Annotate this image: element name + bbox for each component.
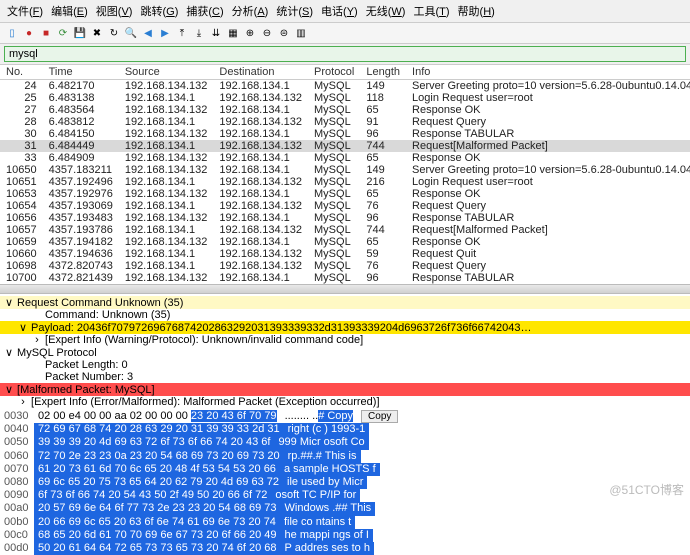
column-header[interactable]: Time — [43, 65, 119, 80]
packet-row[interactable]: 306.484150192.168.134.132192.168.134.1My… — [0, 128, 690, 140]
menu-item[interactable]: 分析(A) — [229, 2, 272, 20]
hex-row[interactable]: 006072 70 2e 23 23 0a 23 20 54 68 69 73 … — [0, 450, 690, 463]
hex-row[interactable]: 007061 20 73 61 6d 70 6c 65 20 48 4f 53 … — [0, 463, 690, 476]
hex-row[interactable]: 00a020 57 69 6e 64 6f 77 73 2e 23 23 20 … — [0, 502, 690, 515]
save-icon[interactable]: 💾 — [72, 25, 88, 41]
prev-icon[interactable]: ◀ — [140, 25, 156, 41]
column-header[interactable]: No. — [0, 65, 43, 80]
copy-button[interactable]: Copy — [361, 410, 398, 423]
toolbar: ▯ ● ■ ⟳ 💾 ✖ ↻ 🔍 ◀ ▶ ⤒ ⤓ ⇊ ▦ ⊕ ⊖ ⊜ ▥ — [0, 23, 690, 44]
menu-item[interactable]: 无线(W) — [363, 2, 409, 20]
packet-row[interactable]: 107004372.821439192.168.134.132192.168.1… — [0, 272, 690, 284]
file-icon[interactable]: ▯ — [4, 25, 20, 41]
menu-bar: 文件(F)编辑(E)视图(V)跳转(G)捕获(C)分析(A)统计(S)电话(Y)… — [0, 0, 690, 23]
record-icon[interactable]: ● — [21, 25, 37, 41]
color-icon[interactable]: ▥ — [293, 25, 309, 41]
packet-row[interactable]: 106504357.183211192.168.134.132192.168.1… — [0, 164, 690, 176]
detail-line[interactable]: ∨ Payload: 20436f70797269676874202863292… — [0, 321, 690, 334]
toggle-icon[interactable]: ∨ — [4, 296, 14, 309]
menu-item[interactable]: 跳转(G) — [137, 2, 181, 20]
detail-line[interactable]: ∨ MySQL Protocol — [0, 346, 690, 359]
packet-row[interactable]: 316.484449192.168.134.1192.168.134.132My… — [0, 140, 690, 152]
jump-bottom-icon[interactable]: ⤓ — [191, 25, 207, 41]
hex-row[interactable]: 005039 39 39 20 4d 69 63 72 6f 73 6f 66 … — [0, 436, 690, 449]
hex-row[interactable]: 008069 6c 65 20 75 73 65 64 20 62 79 20 … — [0, 476, 690, 489]
hex-row[interactable]: 00d050 20 61 64 64 72 65 73 73 65 73 20 … — [0, 542, 690, 555]
menu-item[interactable]: 工具(T) — [410, 2, 452, 20]
column-header[interactable]: Source — [119, 65, 214, 80]
search-icon[interactable]: 🔍 — [123, 25, 139, 41]
menu-item[interactable]: 帮助(H) — [455, 2, 498, 20]
detail-line[interactable]: Packet Length: 0 — [0, 359, 690, 371]
reload-icon[interactable]: ↻ — [106, 25, 122, 41]
column-header[interactable]: Destination — [213, 65, 308, 80]
toggle-icon[interactable]: ∨ — [18, 321, 28, 334]
packet-row[interactable]: 336.484909192.168.134.132192.168.134.1My… — [0, 152, 690, 164]
packet-details-pane[interactable]: ∨ Request Command Unknown (35) Command: … — [0, 296, 690, 408]
watermark: @51CTO博客 — [609, 481, 684, 498]
layout-icon[interactable]: ▦ — [225, 25, 241, 41]
hex-row[interactable]: 003002 00 e4 00 00 aa 02 00 00 00 23 20 … — [0, 410, 690, 423]
filter-bar — [0, 44, 690, 65]
hex-row[interactable]: 00906f 73 6f 66 74 20 54 43 50 2f 49 50 … — [0, 489, 690, 502]
restart-icon[interactable]: ⟳ — [55, 25, 71, 41]
close-icon[interactable]: ✖ — [89, 25, 105, 41]
detail-line[interactable]: Packet Number: 3 — [0, 371, 690, 383]
detail-line[interactable]: › [Expert Info (Error/Malformed): Malfor… — [0, 396, 690, 408]
zoom-reset-icon[interactable]: ⊜ — [276, 25, 292, 41]
stop-icon[interactable]: ■ — [38, 25, 54, 41]
detail-line[interactable]: Command: Unknown (35) — [0, 309, 690, 321]
column-header[interactable]: Length — [360, 65, 406, 80]
hex-row[interactable]: 00b020 66 69 6c 65 20 63 6f 6e 74 61 69 … — [0, 516, 690, 529]
hex-pane[interactable]: 003002 00 e4 00 00 aa 02 00 00 00 23 20 … — [0, 410, 690, 555]
packet-row[interactable]: 246.482170192.168.134.132192.168.134.1My… — [0, 80, 690, 93]
autoscroll-icon[interactable]: ⇊ — [208, 25, 224, 41]
column-header[interactable]: Protocol — [308, 65, 360, 80]
hex-row[interactable]: 004072 69 67 68 74 20 28 63 29 20 31 39 … — [0, 423, 690, 436]
packet-list-pane[interactable]: No.TimeSourceDestinationProtocolLengthIn… — [0, 65, 690, 294]
zoom-in-icon[interactable]: ⊕ — [242, 25, 258, 41]
menu-item[interactable]: 视图(V) — [93, 2, 136, 20]
menu-item[interactable]: 统计(S) — [273, 2, 316, 20]
detail-line[interactable]: ∨ [Malformed Packet: MySQL] — [0, 383, 690, 396]
detail-line[interactable]: ∨ Request Command Unknown (35) — [0, 296, 690, 309]
hex-row[interactable]: 00c068 65 20 6d 61 70 70 69 6e 67 73 20 … — [0, 529, 690, 542]
menu-item[interactable]: 编辑(E) — [48, 2, 91, 20]
display-filter-input[interactable] — [4, 46, 686, 62]
h-scrollbar[interactable] — [0, 284, 690, 294]
column-header[interactable]: Info — [406, 65, 690, 80]
packet-row[interactable]: 106604357.194636192.168.134.1192.168.134… — [0, 248, 690, 260]
packet-row[interactable]: 106544357.193069192.168.134.1192.168.134… — [0, 200, 690, 212]
packet-row[interactable]: 256.483138192.168.134.1192.168.134.132My… — [0, 92, 690, 104]
toggle-icon[interactable]: ∨ — [4, 346, 14, 359]
toggle-icon[interactable]: ∨ — [4, 383, 14, 396]
menu-item[interactable]: 电话(Y) — [318, 2, 361, 20]
zoom-out-icon[interactable]: ⊖ — [259, 25, 275, 41]
toggle-icon[interactable]: › — [18, 396, 28, 408]
menu-item[interactable]: 捕获(C) — [183, 2, 226, 20]
packet-row[interactable]: 106564357.193483192.168.134.132192.168.1… — [0, 212, 690, 224]
toggle-icon[interactable]: › — [32, 334, 42, 346]
packet-row[interactable]: 106514357.192496192.168.134.1192.168.134… — [0, 176, 690, 188]
packet-row[interactable]: 276.483564192.168.134.132192.168.134.1My… — [0, 104, 690, 116]
packet-row[interactable]: 286.483812192.168.134.1192.168.134.132My… — [0, 116, 690, 128]
packet-row[interactable]: 106984372.820743192.168.134.1192.168.134… — [0, 260, 690, 272]
packet-header-row[interactable]: No.TimeSourceDestinationProtocolLengthIn… — [0, 65, 690, 80]
packet-tbody: 246.482170192.168.134.132192.168.134.1My… — [0, 80, 690, 285]
packet-row[interactable]: 106594357.194182192.168.134.132192.168.1… — [0, 236, 690, 248]
next-icon[interactable]: ▶ — [157, 25, 173, 41]
jump-top-icon[interactable]: ⤒ — [174, 25, 190, 41]
menu-item[interactable]: 文件(F) — [4, 2, 46, 20]
packet-row[interactable]: 106574357.193786192.168.134.1192.168.134… — [0, 224, 690, 236]
detail-line[interactable]: › [Expert Info (Warning/Protocol): Unkno… — [0, 334, 690, 346]
packet-row[interactable]: 106534357.192976192.168.134.132192.168.1… — [0, 188, 690, 200]
